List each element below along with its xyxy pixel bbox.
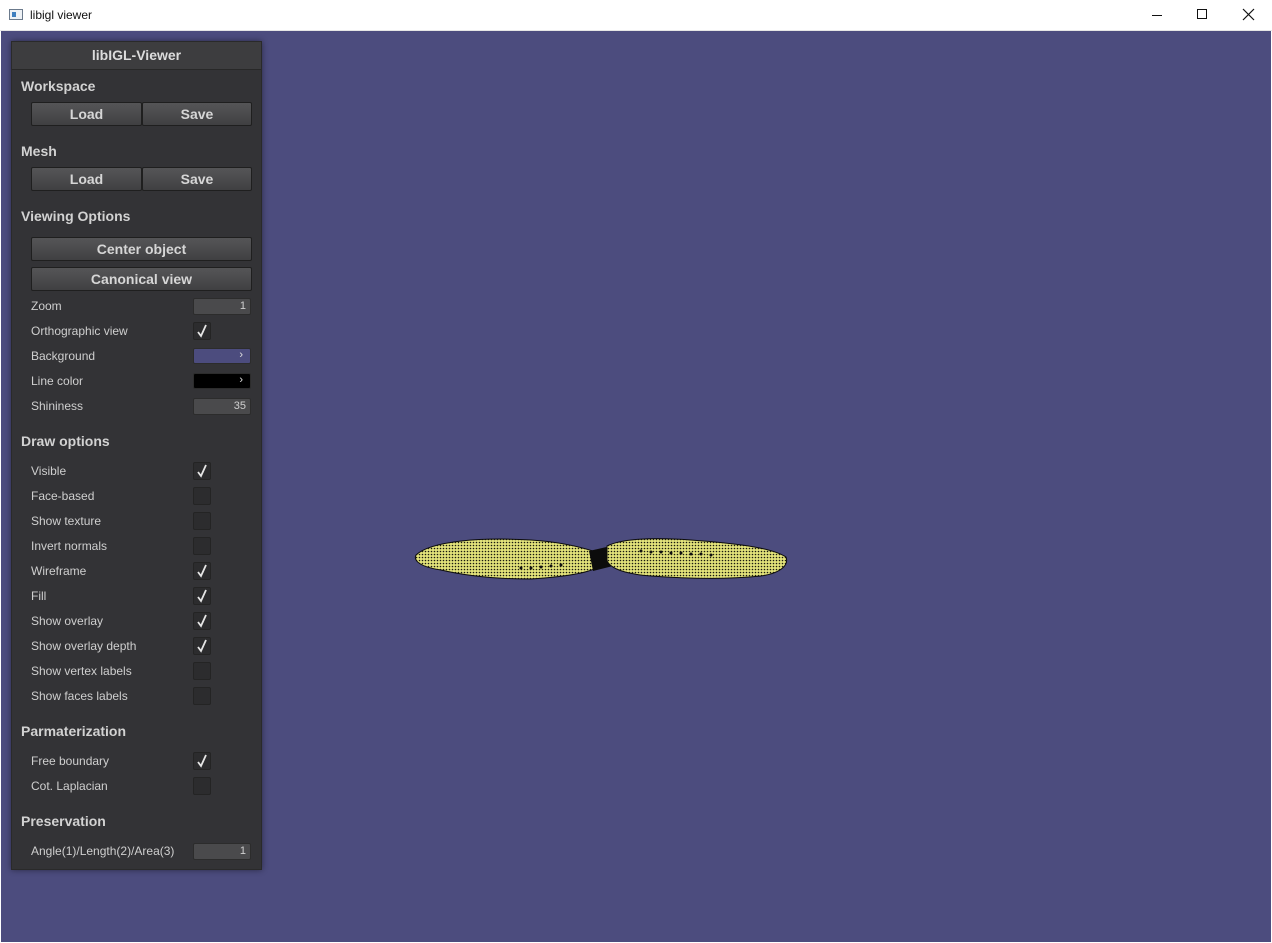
center-object-button[interactable]: Center object xyxy=(31,237,252,261)
shininess-label: Shininess xyxy=(31,399,84,413)
draw-option-label: Fill xyxy=(31,589,47,603)
draw-option-checkbox[interactable] xyxy=(193,487,211,505)
checkmark-icon xyxy=(197,464,207,478)
mesh-left-part xyxy=(414,538,600,580)
title-bar: libigl viewer xyxy=(0,0,1272,31)
mesh-right-part xyxy=(606,538,788,579)
draw-option-label: Invert normals xyxy=(31,539,108,553)
draw-option-checkbox[interactable] xyxy=(193,637,211,655)
draw-option-label: Show vertex labels xyxy=(31,664,132,678)
draw-option-checkbox[interactable] xyxy=(193,537,211,555)
workspace-save-button[interactable]: Save xyxy=(142,102,252,126)
draw-option-checkbox[interactable] xyxy=(193,587,211,605)
checkmark-icon xyxy=(197,754,207,768)
background-label: Background xyxy=(31,349,96,363)
draw-option-label: Face-based xyxy=(31,489,95,503)
draw-option-label: Show texture xyxy=(31,514,102,528)
draw-option-label: Wireframe xyxy=(31,564,87,578)
checkmark-icon xyxy=(197,564,207,578)
workspace-heading[interactable]: Workspace xyxy=(21,78,95,94)
mesh-heading[interactable]: Mesh xyxy=(21,143,57,159)
line-color-label: Line color xyxy=(31,374,84,388)
draw-option-checkbox[interactable] xyxy=(193,612,211,630)
mesh-load-button[interactable]: Load xyxy=(31,167,142,191)
viewer-panel: libIGL-Viewer Workspace Load Save Mesh L… xyxy=(11,41,262,870)
param-option-checkbox[interactable] xyxy=(193,777,211,795)
draw-option-label: Visible xyxy=(31,464,67,478)
preservation-label: Angle(1)/Length(2)/Area(3) xyxy=(31,844,175,858)
viewing-options-heading[interactable]: Viewing Options xyxy=(21,208,130,224)
app-window-icon xyxy=(9,9,23,20)
draw-option-label: Show faces labels xyxy=(31,689,128,703)
minimize-button[interactable] xyxy=(1134,0,1180,31)
param-option-label: Cot. Laplacian xyxy=(31,779,108,793)
maximize-button[interactable] xyxy=(1180,0,1226,31)
draw-option-checkbox[interactable] xyxy=(193,662,211,680)
line-color-swatch[interactable]: › xyxy=(193,373,251,389)
preservation-heading[interactable]: Preservation xyxy=(21,813,106,829)
draw-options-heading[interactable]: Draw options xyxy=(21,433,110,449)
window-title: libigl viewer xyxy=(30,8,93,22)
checkmark-icon xyxy=(197,589,207,603)
preservation-input[interactable]: 1 xyxy=(193,843,251,860)
orthographic-checkbox[interactable] xyxy=(193,322,211,340)
parameterization-heading[interactable]: Parmaterization xyxy=(21,723,126,739)
background-color-swatch[interactable]: › xyxy=(193,348,251,364)
zoom-input[interactable]: 1 xyxy=(193,298,251,315)
param-option-checkbox[interactable] xyxy=(193,752,211,770)
draw-option-label: Show overlay xyxy=(31,614,104,628)
draw-option-checkbox[interactable] xyxy=(193,512,211,530)
mesh-save-button[interactable]: Save xyxy=(142,167,252,191)
shininess-input[interactable]: 35 xyxy=(193,398,251,415)
workspace-load-button[interactable]: Load xyxy=(31,102,142,126)
panel-title[interactable]: libIGL-Viewer xyxy=(12,42,261,70)
zoom-label: Zoom xyxy=(31,299,62,313)
checkmark-icon xyxy=(197,614,207,628)
checkmark-icon xyxy=(197,324,207,338)
draw-option-checkbox[interactable] xyxy=(193,462,211,480)
checkmark-icon xyxy=(197,639,207,653)
draw-option-checkbox[interactable] xyxy=(193,687,211,705)
draw-option-checkbox[interactable] xyxy=(193,562,211,580)
orthographic-label: Orthographic view xyxy=(31,324,128,338)
close-button[interactable] xyxy=(1226,0,1272,31)
param-option-label: Free boundary xyxy=(31,754,110,768)
draw-option-label: Show overlay depth xyxy=(31,639,137,653)
close-icon xyxy=(1242,8,1255,21)
canonical-view-button[interactable]: Canonical view xyxy=(31,267,252,291)
